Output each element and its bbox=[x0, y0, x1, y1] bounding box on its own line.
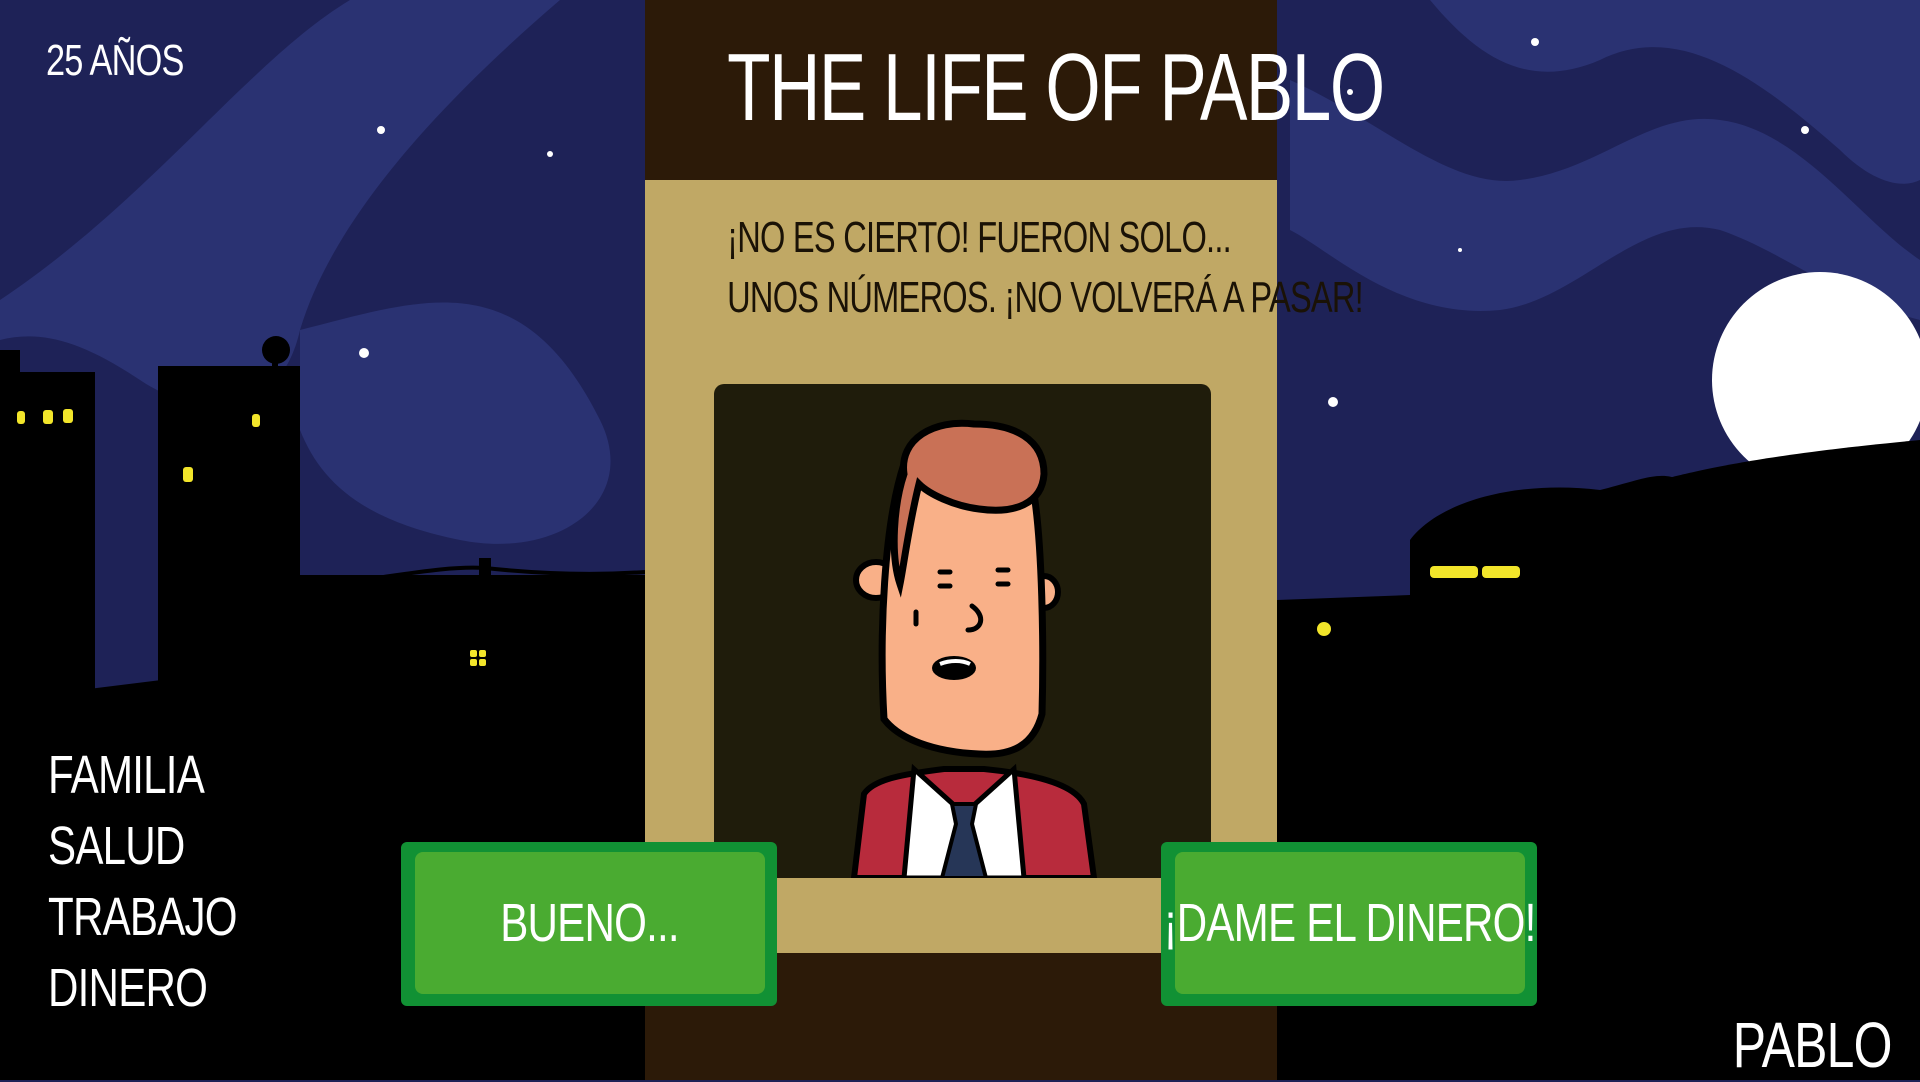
player-name: PABLO bbox=[1733, 1009, 1893, 1081]
stat-trabajo: TRABAJO bbox=[48, 887, 238, 947]
dialog-text: ¡NO ES CIERTO! FUERON SOLO... UNOS NÚMER… bbox=[727, 208, 1364, 328]
game-title: THE LIFE OF PABLO bbox=[727, 34, 1385, 141]
stat-dinero: DINERO bbox=[48, 958, 208, 1018]
age-counter: 25 AÑOS bbox=[46, 36, 184, 85]
stat-salud: SALUD bbox=[48, 816, 185, 876]
choice-button-right[interactable]: ¡DAME EL DINERO! bbox=[1161, 842, 1537, 1006]
choice-button-left-face[interactable]: BUENO... bbox=[415, 852, 765, 994]
dialog-line-2: UNOS NÚMEROS. ¡NO VOLVERÁ A PASAR! bbox=[727, 273, 1364, 322]
stats-list: FAMILIA SALUD TRABAJO DINERO bbox=[48, 740, 290, 1024]
pablo-character-icon bbox=[850, 419, 1098, 878]
character-portrait bbox=[714, 384, 1211, 878]
choice-right-label: ¡DAME EL DINERO! bbox=[1163, 893, 1537, 953]
choice-button-left[interactable]: BUENO... bbox=[401, 842, 777, 1006]
choice-left-label: BUENO... bbox=[500, 893, 680, 953]
choice-button-right-face[interactable]: ¡DAME EL DINERO! bbox=[1164, 852, 1537, 994]
stat-familia: FAMILIA bbox=[48, 745, 205, 805]
dialog-line-1: ¡NO ES CIERTO! FUERON SOLO... bbox=[727, 213, 1232, 262]
